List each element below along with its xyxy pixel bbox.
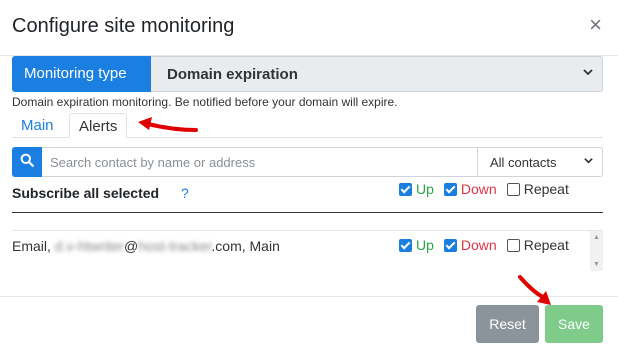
close-icon[interactable]: × (589, 14, 602, 36)
divider (12, 212, 603, 213)
monitoring-type-row: Monitoring type Domain expiration (12, 56, 603, 92)
chevron-down-icon (582, 66, 594, 81)
contacts-filter-value: All contacts (490, 155, 557, 170)
help-link[interactable]: ? (181, 185, 189, 201)
search-button[interactable] (12, 147, 42, 177)
tab-main[interactable]: Main (12, 113, 63, 138)
scroll-up-icon[interactable]: ▲ (593, 234, 600, 241)
list-scrollbar[interactable]: ▲ ▼ (590, 231, 603, 271)
contact-down-checkbox[interactable] (443, 238, 457, 252)
contact-suffix: .com, Main (211, 238, 280, 254)
monitoring-description: Domain expiration monitoring. Be notifie… (12, 95, 398, 109)
contact-email-at: @ (124, 238, 139, 254)
contact-search-row: All contacts (12, 147, 603, 177)
contact-item-label: Email, d.v-htwriter@host-tracker.com, Ma… (12, 238, 280, 254)
dialog-header: Configure site monitoring × (0, 0, 618, 56)
tab-alerts[interactable]: Alerts (69, 113, 128, 138)
subscribe-up-checkbox[interactable] (399, 182, 412, 196)
monitoring-type-select[interactable]: Domain expiration (151, 56, 603, 92)
subscribe-down-label: Down (460, 181, 497, 197)
contact-up-label: Up (416, 237, 434, 253)
contacts-filter-select[interactable]: All contacts (478, 147, 603, 177)
contact-up-checkbox[interactable] (399, 238, 412, 252)
subscribe-all-label: Subscribe all selected (12, 185, 160, 201)
red-arrow-icon (518, 275, 551, 305)
save-button[interactable]: Save (545, 305, 603, 343)
dialog-title: Configure site monitoring (12, 15, 235, 37)
contact-email-user: d.v-htwriter (54, 238, 125, 254)
contact-type: Email, (12, 238, 55, 254)
contact-search-input[interactable] (42, 147, 478, 177)
contact-repeat-checkbox[interactable] (506, 238, 520, 252)
search-icon (20, 153, 34, 172)
subscribe-up-label: Up (416, 181, 434, 197)
red-arrow-icon (138, 117, 198, 132)
tab-bar: Main Alerts (12, 113, 603, 138)
scroll-down-icon[interactable]: ▼ (593, 261, 600, 268)
subscribe-all-options: Up Down Repeat (399, 181, 569, 197)
subscribe-repeat-checkbox[interactable] (506, 182, 520, 196)
contact-down-label: Down (460, 237, 497, 253)
subscribe-repeat-label: Repeat (523, 181, 569, 197)
contact-email-domain: host-tracker (138, 238, 212, 254)
chevron-down-icon (583, 155, 594, 169)
contact-repeat-label: Repeat (523, 237, 569, 253)
reset-button[interactable]: Reset (476, 305, 539, 343)
monitoring-type-value: Domain expiration (167, 66, 298, 83)
subscribe-down-checkbox[interactable] (443, 182, 457, 196)
contact-options: Up Down Repeat (399, 237, 569, 253)
monitoring-type-label: Monitoring type (12, 56, 151, 92)
